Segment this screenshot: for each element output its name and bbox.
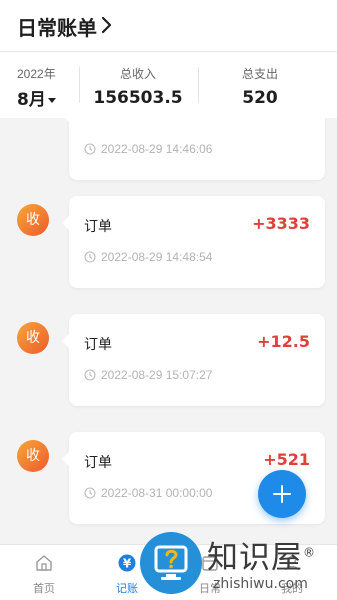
clock-icon bbox=[84, 143, 96, 155]
record-amount: +12.5 bbox=[257, 332, 310, 351]
income-value: 156503.5 bbox=[93, 88, 183, 108]
record-title: 订单 bbox=[84, 218, 112, 234]
record-time: 2022-08-29 15:07:27 bbox=[84, 368, 212, 382]
tab-label: 首页 bbox=[33, 583, 55, 595]
watermark-logo bbox=[140, 532, 202, 594]
clock-icon bbox=[84, 487, 96, 499]
watermark-text: 知识屋® bbox=[207, 540, 316, 576]
watermark-url: zhishiwu.com bbox=[213, 576, 308, 592]
record-card[interactable]: 订单 +3333 2022-08-29 14:48:54 bbox=[62, 196, 325, 288]
total-income: 总收入 156503.5 bbox=[88, 65, 188, 108]
month-value: 8月 bbox=[17, 90, 46, 110]
add-record-button[interactable] bbox=[258, 470, 306, 518]
record-time: 2022-08-29 14:46:06 bbox=[84, 142, 212, 156]
record-amount: +521 bbox=[263, 450, 310, 469]
monitor-question-icon bbox=[154, 545, 188, 580]
income-badge: 收 bbox=[17, 204, 49, 236]
year-label: 2022年 bbox=[17, 67, 56, 81]
caret-down-icon bbox=[47, 97, 56, 103]
chevron-right-icon[interactable] bbox=[100, 15, 114, 35]
income-badge: 收 bbox=[17, 322, 49, 354]
app-header: 日常账单 bbox=[0, 0, 337, 52]
expense-label: 总支出 bbox=[241, 67, 278, 81]
income-label: 总收入 bbox=[119, 67, 156, 81]
tab-home[interactable]: 首页 bbox=[14, 553, 74, 596]
record-title: 订单 bbox=[84, 454, 112, 470]
record-time: 2022-08-29 14:48:54 bbox=[84, 250, 212, 264]
record-card[interactable]: 订单 +12.5 2022-08-29 15:07:27 bbox=[62, 314, 325, 406]
yen-icon: ¥ bbox=[118, 554, 136, 572]
clock-icon bbox=[84, 251, 96, 263]
record-card[interactable]: 2022-08-29 14:46:06 bbox=[62, 118, 325, 180]
page-title[interactable]: 日常账单 bbox=[17, 12, 97, 41]
summary-stats: 2022年 8月 总收入 156503.5 总支出 520 bbox=[0, 53, 337, 118]
record-amount: +3333 bbox=[252, 214, 310, 233]
total-expense: 总支出 520 bbox=[210, 65, 310, 108]
record-title: 订单 bbox=[84, 336, 112, 352]
month-selector[interactable]: 8月 bbox=[17, 85, 56, 110]
svg-text:¥: ¥ bbox=[123, 557, 132, 571]
expense-value: 520 bbox=[242, 88, 278, 108]
clock-icon bbox=[84, 369, 96, 381]
record-time: 2022-08-31 00:00:00 bbox=[84, 486, 212, 500]
income-badge: 收 bbox=[17, 440, 49, 472]
home-icon bbox=[36, 555, 52, 571]
divider bbox=[79, 67, 80, 103]
divider bbox=[198, 67, 199, 103]
